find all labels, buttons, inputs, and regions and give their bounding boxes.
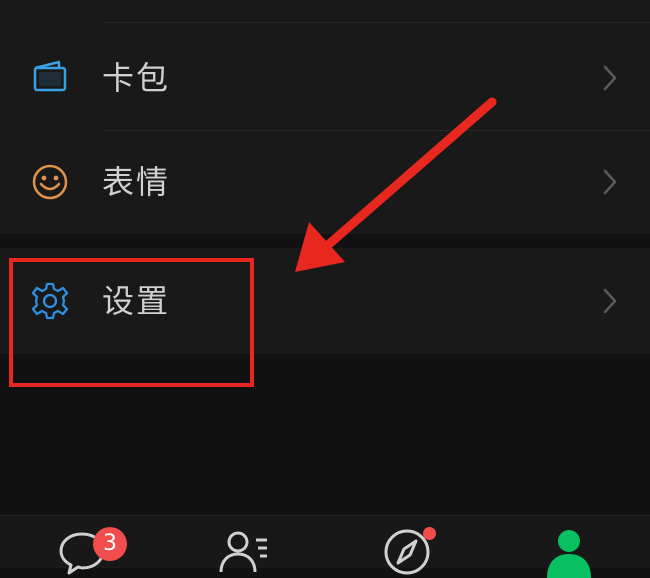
contacts-icon[interactable] [218,526,270,578]
annotation-arrow-icon [295,97,497,272]
unread-badge: 3 [93,527,127,561]
profile-icon[interactable] [543,526,595,578]
discover-notification-dot [423,527,436,540]
